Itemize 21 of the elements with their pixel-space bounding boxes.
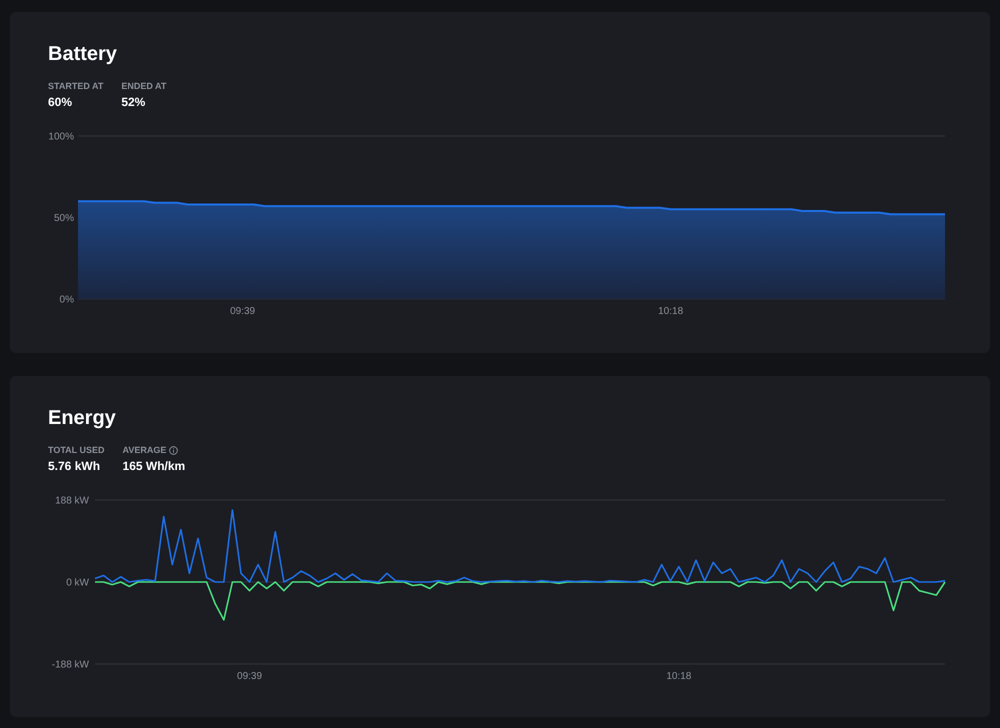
- stat-value: 165 Wh/km: [122, 458, 186, 474]
- axis-label: 10:18: [658, 306, 684, 317]
- info-icon: [169, 446, 178, 454]
- card-title: Energy: [47, 406, 117, 430]
- axis-label: 188 kW: [55, 496, 89, 506]
- stat-value: 52%: [121, 94, 146, 110]
- axis-label: 50%: [54, 213, 74, 224]
- axis-label: 100%: [48, 132, 74, 142]
- axis-label: 09:39: [237, 671, 262, 682]
- stat-label: STARTED AT: [48, 80, 104, 92]
- axis-label: 09:39: [230, 306, 256, 317]
- card-title: Battery: [47, 42, 118, 66]
- stat-value: 60%: [48, 94, 74, 110]
- axis-label: 10:18: [666, 671, 692, 682]
- stat-label: ENDED AT: [121, 80, 166, 92]
- stat-label: AVERAGE: [122, 444, 166, 456]
- stat-label: TOTAL USED: [48, 444, 105, 456]
- axis-label: -188 kW: [52, 660, 89, 670]
- stat-value: 5.76 kWh: [48, 458, 102, 474]
- axis-label: 0 kW: [66, 578, 89, 588]
- axis-label: 0%: [60, 294, 74, 306]
